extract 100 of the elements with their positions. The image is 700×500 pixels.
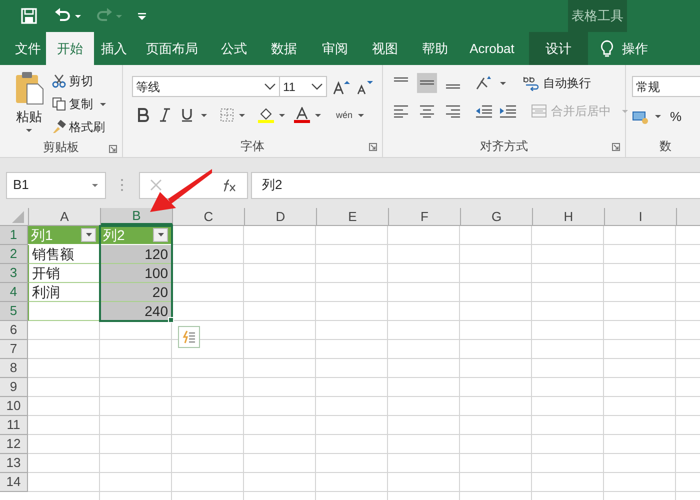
ribbon-tab[interactable]: 帮助 (410, 32, 460, 65)
orientation-icon[interactable] (475, 75, 493, 91)
dialog-launcher-icon[interactable] (109, 145, 117, 153)
table-cell[interactable]: 240 (100, 302, 172, 321)
group-label: 数 (660, 138, 672, 155)
column-header[interactable]: F (389, 208, 461, 225)
row-header[interactable]: 13 (0, 454, 28, 473)
group-label: 剪贴板 (43, 139, 79, 156)
fill-color-icon[interactable] (258, 107, 274, 123)
ribbon-tab[interactable]: 视图 (360, 32, 410, 65)
caret-icon (621, 108, 629, 114)
quick-analysis-icon[interactable] (178, 326, 200, 348)
align-middle-icon[interactable] (417, 73, 437, 93)
row-header[interactable]: 5 (0, 302, 28, 321)
table-cell[interactable] (28, 302, 100, 321)
caret-icon (99, 100, 107, 108)
undo-icon[interactable] (54, 8, 72, 24)
row-header[interactable]: 7 (0, 340, 28, 359)
row-header[interactable]: 1 (0, 226, 28, 245)
phonetic-guide-button[interactable]: wén (336, 110, 353, 120)
table-cell[interactable]: 20 (100, 283, 172, 302)
formula-input[interactable]: 列2 (251, 172, 700, 198)
format-painter-button[interactable]: 格式刷 (52, 117, 107, 137)
function-icon[interactable] (221, 178, 237, 192)
column-header[interactable]: D (245, 208, 317, 225)
row-header[interactable]: 11 (0, 416, 28, 435)
pointer-arrow (150, 169, 212, 212)
table-cell[interactable]: 销售额 (28, 245, 100, 264)
name-box[interactable]: B1 (6, 172, 106, 198)
row-header[interactable]: 10 (0, 397, 28, 416)
paste-button[interactable]: 粘贴 (8, 65, 50, 137)
table-cell[interactable]: 100 (100, 264, 172, 283)
tell-me-search[interactable]: 操作 (622, 38, 648, 58)
grip-icon (120, 178, 124, 192)
ribbon-tab[interactable]: 公式 (210, 32, 258, 65)
currency-icon[interactable] (632, 108, 650, 125)
increase-indent-icon[interactable] (499, 103, 517, 119)
wrap-text-icon (523, 75, 539, 91)
ribbon-tab[interactable]: 审阅 (310, 32, 360, 65)
bold-icon[interactable] (136, 108, 150, 122)
ribbon-tab[interactable]: 页面布局 (134, 32, 210, 65)
caret-icon (156, 232, 164, 238)
borders-icon[interactable] (220, 108, 234, 122)
table-cell[interactable]: 120 (100, 245, 172, 264)
row-header[interactable]: 3 (0, 264, 28, 283)
row-header[interactable]: 8 (0, 359, 28, 378)
filter-dropdown-button[interactable] (81, 228, 96, 242)
ribbon-tab[interactable]: 数据 (258, 32, 310, 65)
column-header[interactable]: H (533, 208, 605, 225)
ribbon-tab[interactable]: 开始 (46, 32, 94, 65)
ribbon-tab[interactable]: 设计 (529, 32, 588, 65)
column-header[interactable]: E (317, 208, 389, 225)
increase-font-size-icon[interactable] (332, 78, 350, 94)
caret-icon (91, 182, 99, 188)
row-header[interactable]: 12 (0, 435, 28, 454)
italic-icon[interactable] (158, 108, 172, 122)
font-size-dropdown[interactable]: 11 (280, 76, 327, 97)
caret-icon[interactable] (314, 112, 322, 118)
row-header[interactable]: 2 (0, 245, 28, 264)
group-label: 对齐方式 (480, 138, 528, 155)
clipboard-icon (14, 71, 44, 105)
decrease-indent-icon[interactable] (475, 103, 493, 119)
caret-icon[interactable] (654, 113, 662, 120)
cut-button[interactable]: 剪切 (52, 71, 107, 91)
caret-icon[interactable] (356, 112, 365, 118)
ribbon-tab[interactable]: Acrobat (460, 32, 524, 65)
font-color-icon[interactable] (294, 107, 310, 123)
caret-icon[interactable] (200, 112, 208, 118)
customize-toolbar-icon[interactable] (137, 12, 147, 20)
caret-icon[interactable] (499, 80, 507, 86)
column-header[interactable]: B (101, 208, 173, 225)
save-icon[interactable] (21, 8, 37, 24)
fill-handle[interactable] (168, 317, 174, 323)
row-header[interactable]: 4 (0, 283, 28, 302)
percent-style-button[interactable]: % (670, 107, 682, 126)
row-header[interactable]: 6 (0, 321, 28, 340)
dialog-launcher-icon[interactable] (612, 143, 620, 151)
ribbon-tab[interactable]: 文件 (10, 32, 46, 65)
dialog-launcher-icon[interactable] (369, 143, 377, 151)
column-header[interactable]: I (605, 208, 677, 225)
ribbon-tab[interactable]: 插入 (94, 32, 134, 65)
table-cell[interactable]: 开销 (28, 264, 100, 283)
filter-dropdown-button[interactable] (153, 228, 168, 242)
caret-icon[interactable] (238, 112, 246, 118)
copy-button[interactable]: 复制 (52, 94, 107, 114)
number-format-dropdown[interactable]: 常规 (632, 76, 700, 97)
underline-icon[interactable] (180, 108, 194, 122)
table-cell[interactable]: 利润 (28, 283, 100, 302)
caret-icon[interactable] (74, 12, 82, 20)
row-header[interactable]: 14 (0, 473, 28, 492)
row-header[interactable]: 9 (0, 378, 28, 397)
column-header[interactable]: G (461, 208, 533, 225)
paintbrush-icon (52, 120, 66, 134)
caret-icon[interactable] (278, 112, 286, 118)
decrease-font-size-icon[interactable] (355, 78, 373, 94)
lightbulb-icon (600, 40, 614, 58)
wrap-text-button[interactable]: 自动换行 (523, 74, 591, 92)
chevron-down-icon (311, 82, 323, 90)
font-name-dropdown[interactable]: 等线 (132, 76, 280, 97)
caret-icon (84, 232, 92, 238)
